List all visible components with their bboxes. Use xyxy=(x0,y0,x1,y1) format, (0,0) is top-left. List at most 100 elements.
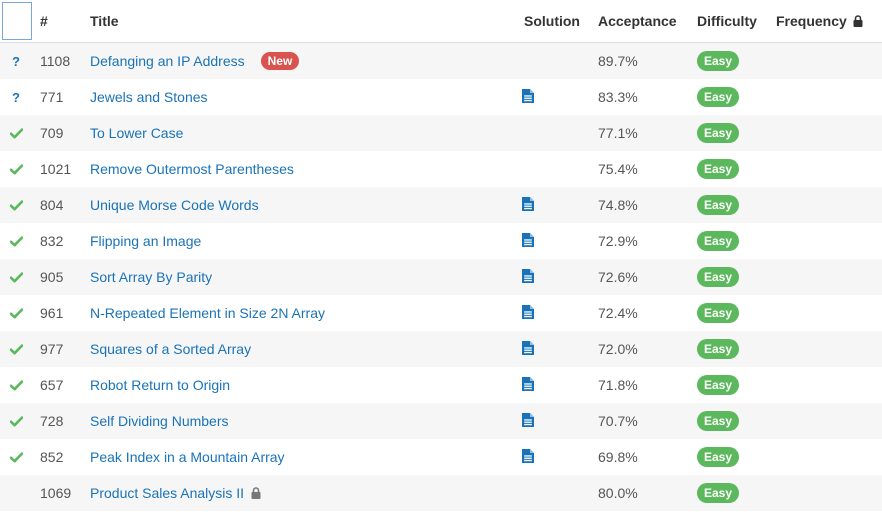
title-cell: Jewels and Stones xyxy=(90,79,510,115)
solution-cell xyxy=(520,259,592,295)
table-row[interactable]: 1021 Remove Outermost Parentheses 75.4% Eas… xyxy=(0,151,882,187)
solution-document-icon[interactable] xyxy=(522,340,534,358)
difficulty-badge: Easy xyxy=(697,231,740,251)
solved-check-icon xyxy=(9,235,23,247)
acceptance-rate: 72.9% xyxy=(598,233,638,249)
problem-title-link[interactable]: N-Repeated Element in Size 2N Array xyxy=(90,305,325,321)
header-title[interactable]: Title xyxy=(90,0,510,42)
frequency-cell xyxy=(776,295,876,331)
table-row[interactable]: 852 Peak Index in a Mountain Array 69.8% Ea… xyxy=(0,439,882,475)
solution-document-icon[interactable] xyxy=(522,376,534,394)
solved-check-icon xyxy=(9,163,23,175)
frequency-cell xyxy=(776,223,876,259)
solution-document-icon[interactable] xyxy=(522,304,534,322)
table-row[interactable]: 657 Robot Return to Origin 71.8% Easy xyxy=(0,367,882,403)
problem-title-link[interactable]: Sort Array By Parity xyxy=(90,269,212,285)
header-status-cell xyxy=(0,0,32,42)
problem-title-link[interactable]: Peak Index in a Mountain Array xyxy=(90,449,285,465)
solved-check-icon xyxy=(9,379,23,391)
title-cell: Sort Array By Parity xyxy=(90,259,510,295)
table-row[interactable]: 832 Flipping an Image 72.9% Easy xyxy=(0,223,882,259)
problem-id: 728 xyxy=(40,413,64,429)
title-cell: Squares of a Sorted Array xyxy=(90,331,510,367)
problem-title-link[interactable]: Squares of a Sorted Array xyxy=(90,341,251,357)
status-cell xyxy=(0,115,32,151)
problem-title-link[interactable]: Flipping an Image xyxy=(90,233,201,249)
acceptance-rate: 89.7% xyxy=(598,53,638,69)
solution-cell xyxy=(520,331,592,367)
header-difficulty[interactable]: Difficulty xyxy=(697,0,767,42)
problem-id: 771 xyxy=(40,89,64,105)
frequency-cell xyxy=(776,367,876,403)
acceptance-rate: 72.4% xyxy=(598,305,638,321)
difficulty-cell: Easy xyxy=(697,403,767,439)
table-row[interactable]: 728 Self Dividing Numbers 70.7% Easy xyxy=(0,403,882,439)
solution-cell xyxy=(520,439,592,475)
header-id[interactable]: # xyxy=(40,0,86,42)
title-cell: Flipping an Image xyxy=(90,223,510,259)
problem-title-link[interactable]: Product Sales Analysis II xyxy=(90,485,244,501)
difficulty-cell: Easy xyxy=(697,367,767,403)
table-row[interactable]: 977 Squares of a Sorted Array 72.0% Easy xyxy=(0,331,882,367)
solution-cell xyxy=(520,115,592,151)
problem-title-link[interactable]: Self Dividing Numbers xyxy=(90,413,229,429)
solution-document-icon[interactable] xyxy=(522,88,534,106)
acceptance-rate: 80.0% xyxy=(598,485,638,501)
solution-cell xyxy=(520,79,592,115)
header-frequency[interactable]: Frequency xyxy=(776,0,876,42)
difficulty-badge: Easy xyxy=(697,87,740,107)
difficulty-cell: Easy xyxy=(697,79,767,115)
solution-document-icon[interactable] xyxy=(522,268,534,286)
difficulty-cell: Easy xyxy=(697,43,767,79)
header-acceptance[interactable]: Acceptance xyxy=(598,0,688,42)
status-cell xyxy=(0,403,32,439)
problem-title-link[interactable]: Defanging an IP Address xyxy=(90,53,245,69)
table-row[interactable]: 709 To Lower Case 77.1% Easy xyxy=(0,115,882,151)
table-row[interactable]: 905 Sort Array By Parity 72.6% Easy xyxy=(0,259,882,295)
problem-title-link[interactable]: To Lower Case xyxy=(90,125,183,141)
header-solution[interactable]: Solution xyxy=(520,0,594,42)
status-cell xyxy=(0,439,32,475)
title-cell: N-Repeated Element in Size 2N Array xyxy=(90,295,510,331)
solved-check-icon xyxy=(9,451,23,463)
status-cell xyxy=(0,475,32,511)
solution-document-icon[interactable] xyxy=(522,196,534,214)
frequency-cell xyxy=(776,115,876,151)
solution-cell xyxy=(520,151,592,187)
solved-check-icon xyxy=(9,415,23,427)
solved-check-icon xyxy=(9,307,23,319)
difficulty-cell: Easy xyxy=(697,475,767,511)
solved-check-icon xyxy=(9,271,23,283)
frequency-cell xyxy=(776,475,876,511)
frequency-cell xyxy=(776,331,876,367)
problem-title-link[interactable]: Jewels and Stones xyxy=(90,89,208,105)
title-cell: Peak Index in a Mountain Array xyxy=(90,439,510,475)
difficulty-badge: Easy xyxy=(697,411,740,431)
acceptance-rate: 71.8% xyxy=(598,377,638,393)
lock-icon xyxy=(853,15,863,27)
frequency-cell xyxy=(776,151,876,187)
problem-title-link[interactable]: Robot Return to Origin xyxy=(90,377,230,393)
solution-document-icon[interactable] xyxy=(522,232,534,250)
difficulty-badge: Easy xyxy=(697,267,740,287)
frequency-cell xyxy=(776,43,876,79)
problem-id: 905 xyxy=(40,269,64,285)
difficulty-badge: Easy xyxy=(697,483,740,503)
table-row[interactable]: 1069 Product Sales Analysis II 80.0% Easy xyxy=(0,475,882,511)
difficulty-cell: Easy xyxy=(697,439,767,475)
problem-title-link[interactable]: Remove Outermost Parentheses xyxy=(90,161,294,177)
solved-check-icon xyxy=(9,199,23,211)
solution-document-icon[interactable] xyxy=(522,448,534,466)
table-row[interactable]: 804 Unique Morse Code Words 74.8% Easy xyxy=(0,187,882,223)
problem-id: 1069 xyxy=(40,485,72,501)
table-row[interactable]: ? 771 Jewels and Stones 83.3% Easy xyxy=(0,79,882,115)
table-row[interactable]: 961 N-Repeated Element in Size 2N Array 72… xyxy=(0,295,882,331)
select-all-checkbox[interactable] xyxy=(2,2,32,40)
table-row[interactable]: ? 1108 Defanging an IP Address New 89.7% Easy xyxy=(0,43,882,79)
problem-title-link[interactable]: Unique Morse Code Words xyxy=(90,197,259,213)
solved-check-icon xyxy=(9,127,23,139)
solution-document-icon[interactable] xyxy=(522,412,534,430)
solution-cell xyxy=(520,475,592,511)
solution-cell xyxy=(520,187,592,223)
solved-check-icon xyxy=(9,343,23,355)
